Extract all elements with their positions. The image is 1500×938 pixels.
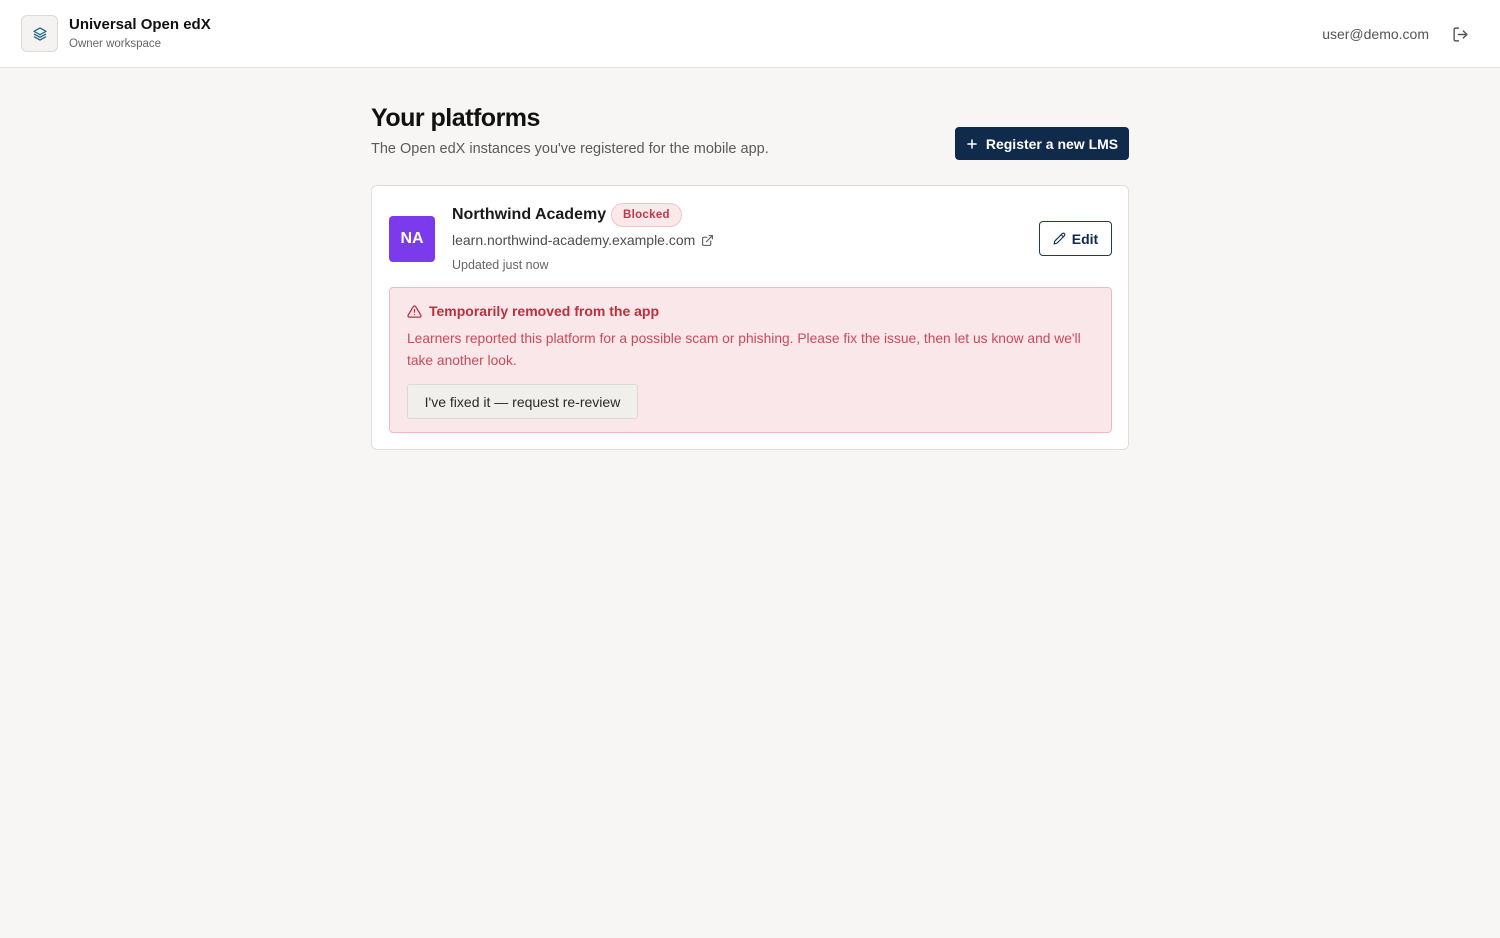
register-lms-button[interactable]: Register a new LMS — [955, 127, 1129, 160]
platform-url: learn.northwind-academy.example.com — [452, 232, 696, 248]
platform-url-link[interactable]: learn.northwind-academy.example.com — [452, 232, 714, 248]
request-rereview-button[interactable]: I've fixed it — request re-review — [407, 384, 638, 419]
page-title: Your platforms — [371, 104, 540, 132]
layers-icon — [21, 15, 58, 52]
plus-icon — [967, 138, 977, 149]
register-lms-label: Register a new LMS — [985, 135, 1119, 152]
platform-avatar: NA — [389, 216, 435, 262]
page-subtitle: The Open edX instances you've registered… — [371, 141, 769, 157]
warning-icon — [407, 305, 422, 318]
external-link-icon — [702, 234, 714, 246]
edit-button[interactable]: Edit — [1039, 221, 1112, 256]
alert-title: Temporarily removed from the app — [429, 303, 660, 319]
removal-alert: Temporarily removed from the app Learner… — [389, 287, 1112, 433]
workspace-label: Owner workspace — [69, 38, 162, 50]
status-badge: Blocked — [611, 203, 682, 227]
alert-message: Learners reported this platform for a po… — [407, 331, 1081, 368]
updated-timestamp: Updated just now — [452, 258, 549, 272]
edit-label: Edit — [1071, 230, 1099, 247]
pencil-icon — [1053, 232, 1066, 245]
top-bar: Universal Open edX Owner workspace user@… — [0, 0, 1500, 68]
app-title: Universal Open edX — [69, 16, 211, 33]
platform-card: NA Northwind Academy Blocked learn.north… — [371, 185, 1129, 450]
platform-name: Northwind Academy — [452, 206, 607, 223]
user-email: user@demo.com — [1322, 26, 1429, 42]
logout-icon — [1452, 26, 1468, 42]
logout-button[interactable] — [1450, 24, 1470, 44]
